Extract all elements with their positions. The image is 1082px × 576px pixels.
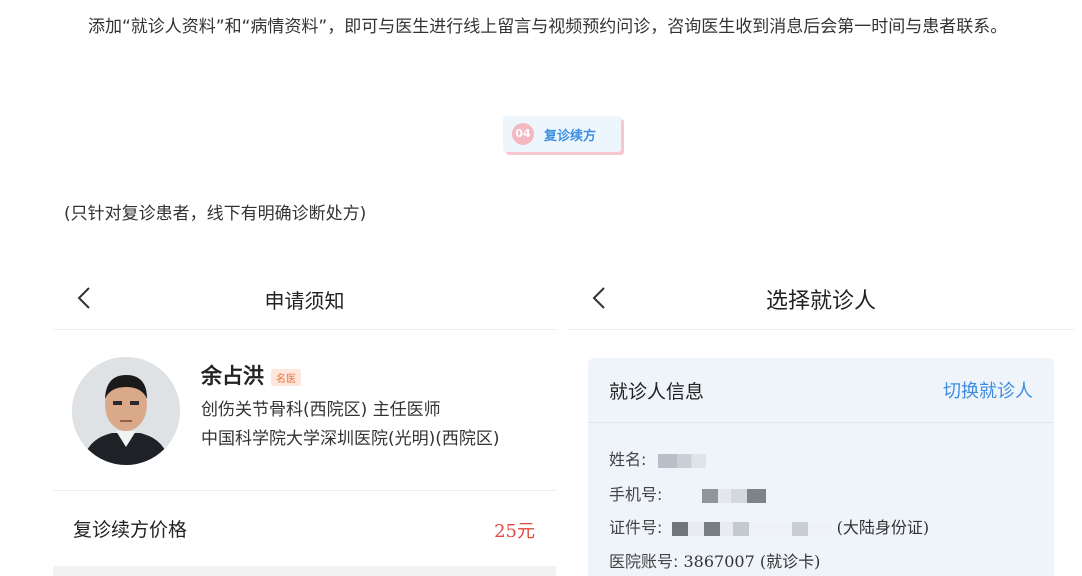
masked-name xyxy=(657,453,706,468)
nav-bar: 申请须知 xyxy=(53,268,556,330)
masked-id xyxy=(671,521,832,536)
card-header: 就诊人信息 切换就诊人 xyxy=(588,358,1054,423)
account-label: 医院账号: xyxy=(609,552,679,571)
doctor-avatar xyxy=(72,357,180,465)
page-title: 选择就诊人 xyxy=(765,289,876,314)
id-label: 证件号: xyxy=(609,518,663,537)
section-gap xyxy=(53,566,556,576)
nav-bar: 选择就诊人 xyxy=(568,268,1074,330)
page-title: 申请须知 xyxy=(264,289,345,313)
phone-row: 手机号: xyxy=(609,481,766,505)
intro-paragraph: 添加“就诊人资料”和“病情资料”，即可与医生进行线上留言与视频预约问诊，咨询医生… xyxy=(88,17,1008,37)
note-text: (只针对复诊患者，线下有明确诊断处方) xyxy=(64,204,367,224)
divider xyxy=(53,490,556,491)
select-patient-screen: 选择就诊人 就诊人信息 切换就诊人 姓名: 手机号: 证件号: (大陆身份证) … xyxy=(568,268,1074,576)
step-number: 04 xyxy=(512,123,534,145)
doctor-hospital: 中国科学院大学深圳医院(光明)(西院区) xyxy=(201,429,500,449)
id-row: 证件号: (大陆身份证) xyxy=(609,514,929,538)
step-label: 复诊续方 xyxy=(544,129,597,144)
id-type: (大陆身份证) xyxy=(836,518,930,537)
doctor-name: 余占洪 xyxy=(201,364,264,388)
account-row: 医院账号: 3867007 (就诊卡) xyxy=(609,548,820,572)
apply-notice-screen: 申请须知 余占洪 名医 创伤关节骨科(西院区) 主任医师 中国科学院大学深圳医院… xyxy=(53,268,556,576)
switch-patient-link[interactable]: 切换就诊人 xyxy=(943,377,1033,403)
famous-doctor-badge: 名医 xyxy=(271,369,301,386)
price-label: 复诊续方价格 xyxy=(73,519,188,541)
patient-info-card: 就诊人信息 切换就诊人 姓名: 手机号: 证件号: (大陆身份证) 医院账号: … xyxy=(588,358,1054,576)
name-row: 姓名: xyxy=(609,446,706,470)
card-title: 就诊人信息 xyxy=(609,381,705,403)
masked-phone xyxy=(701,488,766,503)
account-value: 3867007 (就诊卡) xyxy=(683,552,821,571)
name-label: 姓名: xyxy=(609,450,647,469)
doctor-department: 创伤关节骨科(西院区) 主任医师 xyxy=(201,400,441,420)
price-value: 25元 xyxy=(494,521,535,542)
phone-label: 手机号: xyxy=(609,485,663,504)
step-badge: 04 复诊续方 xyxy=(503,116,623,154)
